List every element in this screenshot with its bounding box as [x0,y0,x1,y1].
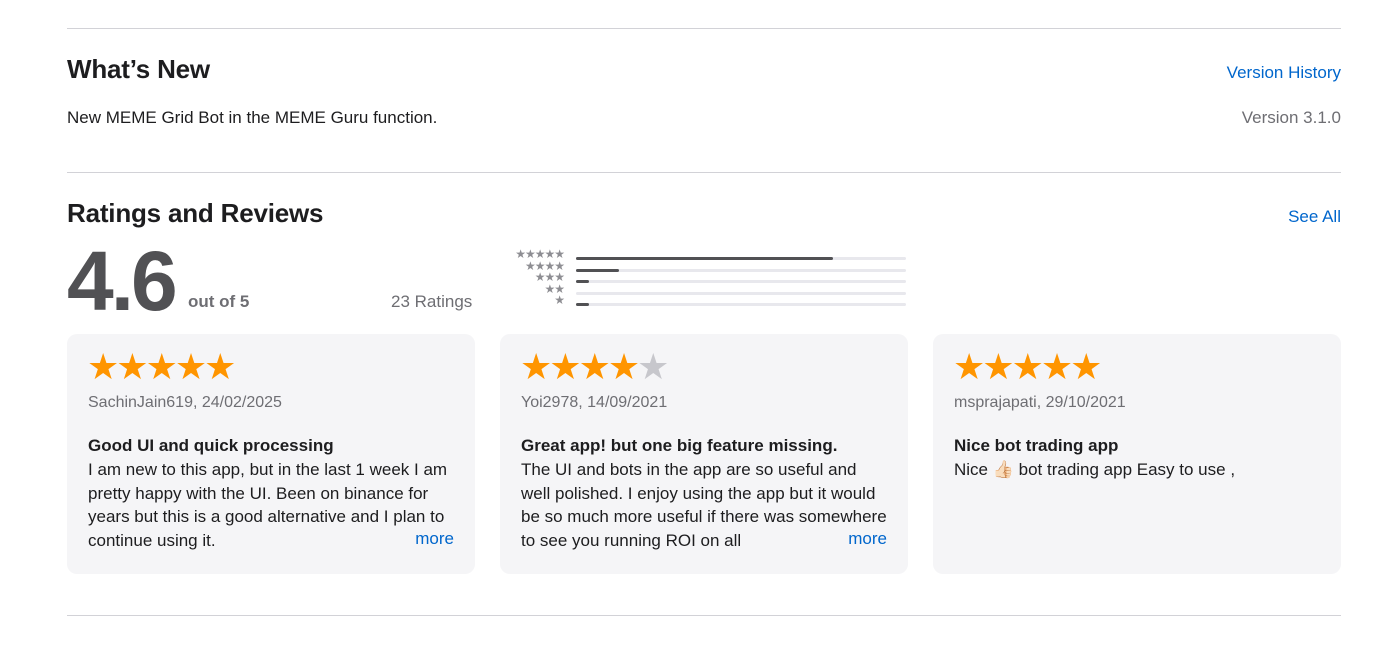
star-icon: ★ [145,346,178,387]
more-link[interactable]: more [808,529,887,549]
star-icon: ★ [607,346,641,387]
star-icon: ★ [982,346,1015,387]
star-icon: ★ [578,346,611,387]
review-title: Good UI and quick processing [88,436,334,455]
review-author-date: msprajapati, 29/10/2021 [954,394,1126,411]
divider-middle [67,172,1341,173]
star-icon: ★ [637,346,670,387]
star-icon: ★ [1040,346,1074,387]
ratings-heading: Ratings and Reviews [67,198,324,228]
review-stars: ★★★★★ [520,346,670,387]
histogram-row-1: ★ [498,293,910,308]
histogram-bar [576,257,834,260]
review-body: Nice 👍🏻 bot trading app Easy to use , [954,460,1236,479]
ratings-count: 23 Ratings [391,292,473,311]
star-icon: ★ [87,346,120,387]
version-label: Version 3.1.0 [1241,108,1341,127]
histogram-bar [576,268,619,272]
see-all-link[interactable]: See All [1288,207,1341,227]
divider-bottom [67,615,1341,616]
star-icon: ★ [204,346,237,387]
histogram-track [576,257,906,260]
review-author-date: SachinJain619, 24/02/2025 [88,394,282,411]
star-icon: ★ [520,346,553,387]
review-card[interactable]: ★★★★★ msprajapati, 29/10/2021 Nice bot t… [933,334,1341,574]
release-notes: New MEME Grid Bot in the MEME Guru funct… [67,108,438,127]
star-icon: ★ [554,293,565,308]
star-icon: ★ [549,346,582,387]
histogram-track [576,280,906,284]
histogram-track [576,268,906,272]
star-icon: ★ [116,346,149,387]
rating-histogram: ★★★★★ ★★★★ ★★★ ★★ ★ [498,247,910,308]
review-card[interactable]: ★★★★★ Yoi2978, 14/09/2021 Great app! but… [500,334,908,574]
review-stars: ★★★★★ [87,346,237,387]
whats-new-heading: What’s New [67,54,210,84]
histogram-track [576,291,906,295]
star-icon: ★ [1070,346,1103,387]
average-rating: 4.6 [67,234,178,328]
histogram-track [576,303,906,307]
review-title: Nice bot trading app [954,436,1119,455]
review-stars: ★★★★★ [953,346,1103,387]
histogram-bar [576,303,590,307]
review-card[interactable]: ★★★★★ SachinJain619, 24/02/2025 Good UI … [67,334,475,574]
out-of-label: out of 5 [188,292,250,311]
review-author-date: Yoi2978, 14/09/2021 [521,394,668,411]
divider-top [67,28,1341,29]
version-history-link[interactable]: Version History [1227,63,1341,83]
star-icon: ★ [1011,346,1044,387]
review-title: Great app! but one big feature missing. [521,436,838,455]
more-link[interactable]: more [375,529,454,549]
star-icon: ★ [953,346,986,387]
star-icon: ★ [174,346,208,387]
histogram-bar [576,280,590,284]
